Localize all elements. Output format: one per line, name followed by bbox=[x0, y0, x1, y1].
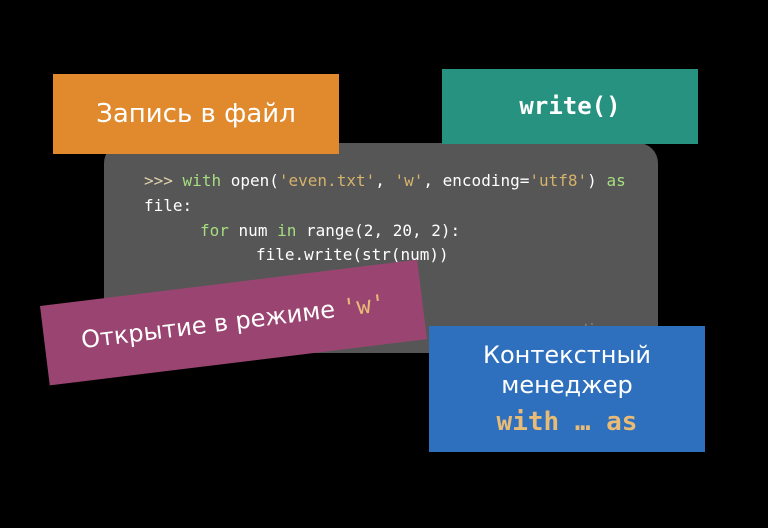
str-encoding: 'utf8' bbox=[529, 171, 587, 190]
keyword-as: as bbox=[606, 171, 625, 190]
fn-open: open bbox=[231, 171, 270, 190]
badge-write-to-file: Запись в файл bbox=[53, 74, 339, 154]
str-mode: 'w' bbox=[394, 171, 423, 190]
badge-teal-label: write() bbox=[519, 92, 620, 120]
badge-orange-label: Запись в файл bbox=[96, 99, 296, 129]
var-file: file: bbox=[144, 196, 192, 215]
comma-2: , bbox=[423, 171, 442, 190]
comma-1: , bbox=[375, 171, 394, 190]
badge-blue-line1: Контекстный bbox=[429, 340, 705, 370]
badge-plum-prefix: Открытие в режиме bbox=[80, 294, 344, 354]
code-line-1: >>> with open('even.txt', 'w', encoding=… bbox=[144, 169, 630, 194]
paren-open: ( bbox=[269, 171, 279, 190]
str-filename: 'even.txt' bbox=[279, 171, 375, 190]
var-num: num bbox=[239, 221, 268, 240]
code-line-1b: file: bbox=[144, 194, 630, 219]
stmt-write: file.write(str(num)) bbox=[256, 245, 449, 264]
repl-prompt: >>> bbox=[144, 171, 173, 190]
keyword-in: in bbox=[277, 221, 296, 240]
kw-encoding: encoding= bbox=[443, 171, 530, 190]
badge-blue-mono: with … as bbox=[429, 406, 705, 439]
keyword-with: with bbox=[183, 171, 222, 190]
badge-write-fn: write() bbox=[442, 69, 698, 144]
badge-plum-quote-close: ' bbox=[369, 289, 387, 319]
range-args: (2, 20, 2): bbox=[354, 221, 460, 240]
keyword-for: for bbox=[200, 221, 229, 240]
badge-blue-line2: менеджер bbox=[429, 370, 705, 400]
code-line-2: for num in range(2, 20, 2): bbox=[144, 219, 630, 244]
fn-range: range bbox=[306, 221, 354, 240]
paren-close: ) bbox=[587, 171, 597, 190]
badge-context-manager: Контекстный менеджер with … as bbox=[429, 326, 705, 452]
